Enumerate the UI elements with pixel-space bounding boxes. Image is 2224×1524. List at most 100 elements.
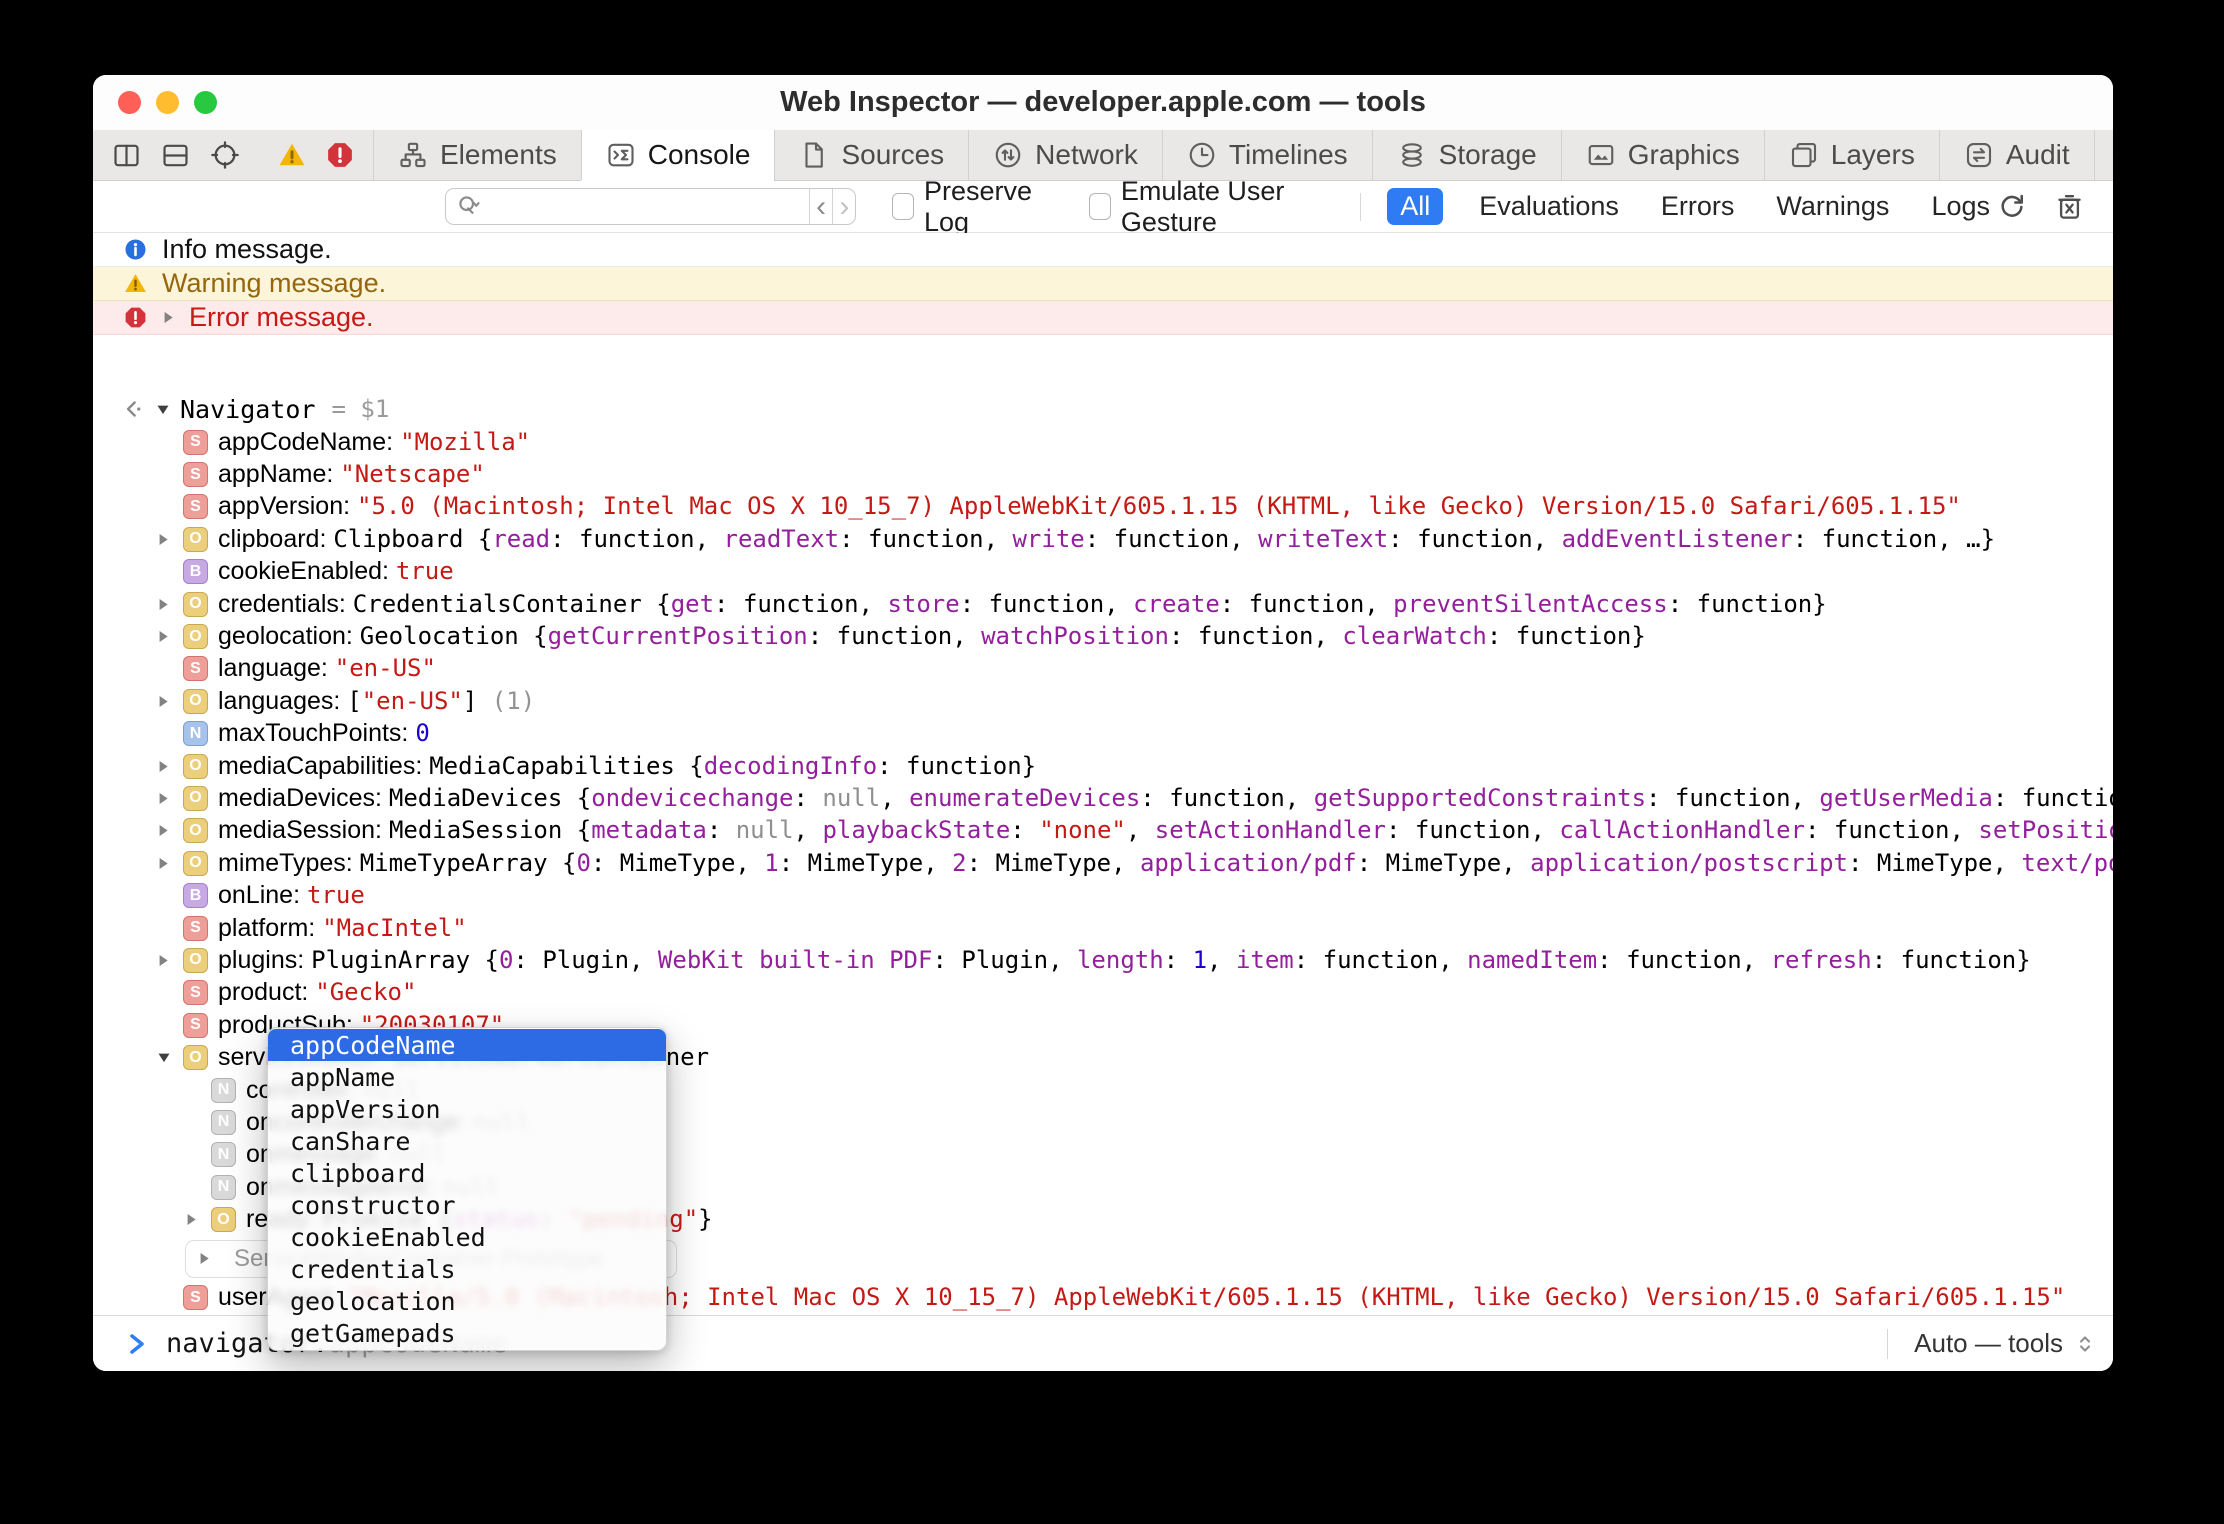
property-row: Oclipboard: Clipboard {read: function, r… [93,523,2113,555]
disclosure-closed-icon[interactable] [185,1213,211,1226]
error-badge-icon[interactable] [325,140,355,170]
segment: : MimeType, [1848,848,2022,877]
tab-label: Console [647,139,751,170]
segment: appCodeName: [218,427,401,456]
warning-badge-icon[interactable] [277,140,307,170]
warning-message-row: Warning message. [93,267,2113,301]
autocomplete-item[interactable]: clipboard [268,1157,666,1189]
type-badge-s: S [183,1285,208,1311]
execution-context-selector[interactable]: Auto — tools [1887,1316,2099,1371]
console-search-field[interactable] [446,189,809,224]
info-message-row: Info message. [93,233,2113,267]
property-row: OmimeTypes: MimeTypeArray {0: MimeType, … [93,847,2113,879]
type-badge-o: O [183,624,208,650]
checkbox-emulate-user-gesture[interactable]: Emulate User Gesture [1089,176,1330,238]
disclosure-open-icon[interactable] [156,403,170,416]
property-text: appCodeName: "Mozilla" [218,428,2113,457]
type-badge-b: B [183,559,208,585]
property-text: platform: "MacIntel" [218,914,2113,943]
segment: MimeTypeArray { [359,848,577,877]
tab-graphics[interactable]: Graphics [1560,130,1764,180]
tab-storage[interactable]: Storage [1371,130,1561,180]
disclosure-closed-icon[interactable] [157,533,183,546]
segment: onLine: [218,881,307,910]
tab-label: Storage [1438,139,1537,170]
disclosure-closed-icon[interactable] [157,824,183,837]
tab-elements[interactable]: Elements [373,130,581,180]
tab-audit[interactable]: Audit [1938,130,2094,180]
disclosure-closed-icon[interactable] [162,311,175,324]
autocomplete-item[interactable]: canShare [268,1125,666,1157]
scope-logs[interactable]: Logs [1925,188,1996,225]
checkbox-preserve-log[interactable]: Preserve Log [892,176,1049,238]
checkbox-box[interactable] [1089,193,1111,220]
segment: : MimeType, [778,848,953,877]
disclosure-closed-icon[interactable] [157,857,183,870]
tab-label: Layers [1830,139,1915,170]
element-picker-icon[interactable] [209,139,241,171]
tab-console[interactable]: Console [580,130,775,180]
autocomplete-item[interactable]: appName [268,1061,666,1093]
tab-timelines[interactable]: Timelines [1161,130,1372,180]
dock-split-vertical-icon[interactable] [111,140,142,171]
filter-checkboxes: Preserve Log Emulate User Gesture [856,176,1330,238]
segment: true [395,557,454,586]
tab-label: Graphics [1627,139,1740,170]
segment: (1) [491,686,536,715]
segment: application/postscript [1530,848,1849,877]
tab-layers[interactable]: Layers [1763,130,1939,180]
filterbar-icons [1996,191,2113,223]
dock-split-horizontal-icon[interactable] [160,140,191,171]
type-badge-o: O [183,591,208,617]
segment: Geolocation { [359,622,548,651]
graphics-icon [1586,140,1616,170]
type-badge-s: S [183,980,208,1006]
tab-network[interactable]: Network [968,130,1162,180]
segment: MediaDevices { [388,783,592,812]
disclosure-closed-icon[interactable] [157,630,183,643]
segment: "MacIntel" [322,913,467,942]
disclosure-closed-icon[interactable] [157,792,183,805]
segment: : function, [550,524,724,553]
disclosure-open-icon[interactable] [157,1051,183,1064]
disclosure-closed-icon[interactable] [157,954,183,967]
segment: : [1010,816,1040,845]
go-to-evaluation-icon[interactable] [120,396,146,422]
segment: length [1076,945,1164,974]
network-icon [993,140,1023,170]
search-tab-button[interactable] [2093,130,2113,180]
checkbox-box[interactable] [892,193,914,220]
clear-console-icon[interactable] [2054,191,2085,222]
tab-label: Audit [2005,139,2070,170]
autocomplete-item[interactable]: appVersion [268,1093,666,1125]
disclosure-closed-icon[interactable] [198,1252,224,1265]
autocomplete-item[interactable]: constructor [268,1189,666,1221]
autocomplete-item[interactable]: cookieEnabled [268,1221,666,1253]
segment: text/pdf [2021,848,2113,877]
disclosure-closed-icon[interactable] [157,695,183,708]
scope-errors[interactable]: Errors [1655,188,1741,225]
property-text: geolocation: Geolocation {getCurrentPosi… [218,622,2113,651]
segment: languages: [218,686,348,715]
reload-page-icon[interactable] [1996,191,2028,223]
tab-sources[interactable]: Sources [774,130,968,180]
autocomplete-item[interactable]: getGamepads [268,1317,666,1349]
segment: write [1012,524,1085,553]
scope-warnings[interactable]: Warnings [1770,188,1895,225]
disclosure-closed-icon[interactable] [157,760,183,773]
autocomplete-item[interactable]: geolocation [268,1285,666,1317]
autocomplete-item[interactable]: appCodeName [268,1029,666,1061]
disclosure-closed-icon[interactable] [157,598,183,611]
scope-evaluations[interactable]: Evaluations [1473,188,1625,225]
search-input[interactable] [487,191,809,222]
type-badge-s: S [183,429,208,455]
property-row: Olanguages: ["en-US"] (1) [93,685,2113,717]
segment: refresh [1770,945,1872,974]
scope-all[interactable]: All [1387,188,1444,225]
find-next-button[interactable]: › [832,189,855,224]
property-text: product: "Gecko" [218,978,2113,1007]
autocomplete-item[interactable]: credentials [268,1253,666,1285]
audit-icon [1964,140,1994,170]
find-previous-button[interactable]: ‹ [809,189,832,224]
property-text: mediaSession: MediaSession {metadata: nu… [218,816,2113,845]
